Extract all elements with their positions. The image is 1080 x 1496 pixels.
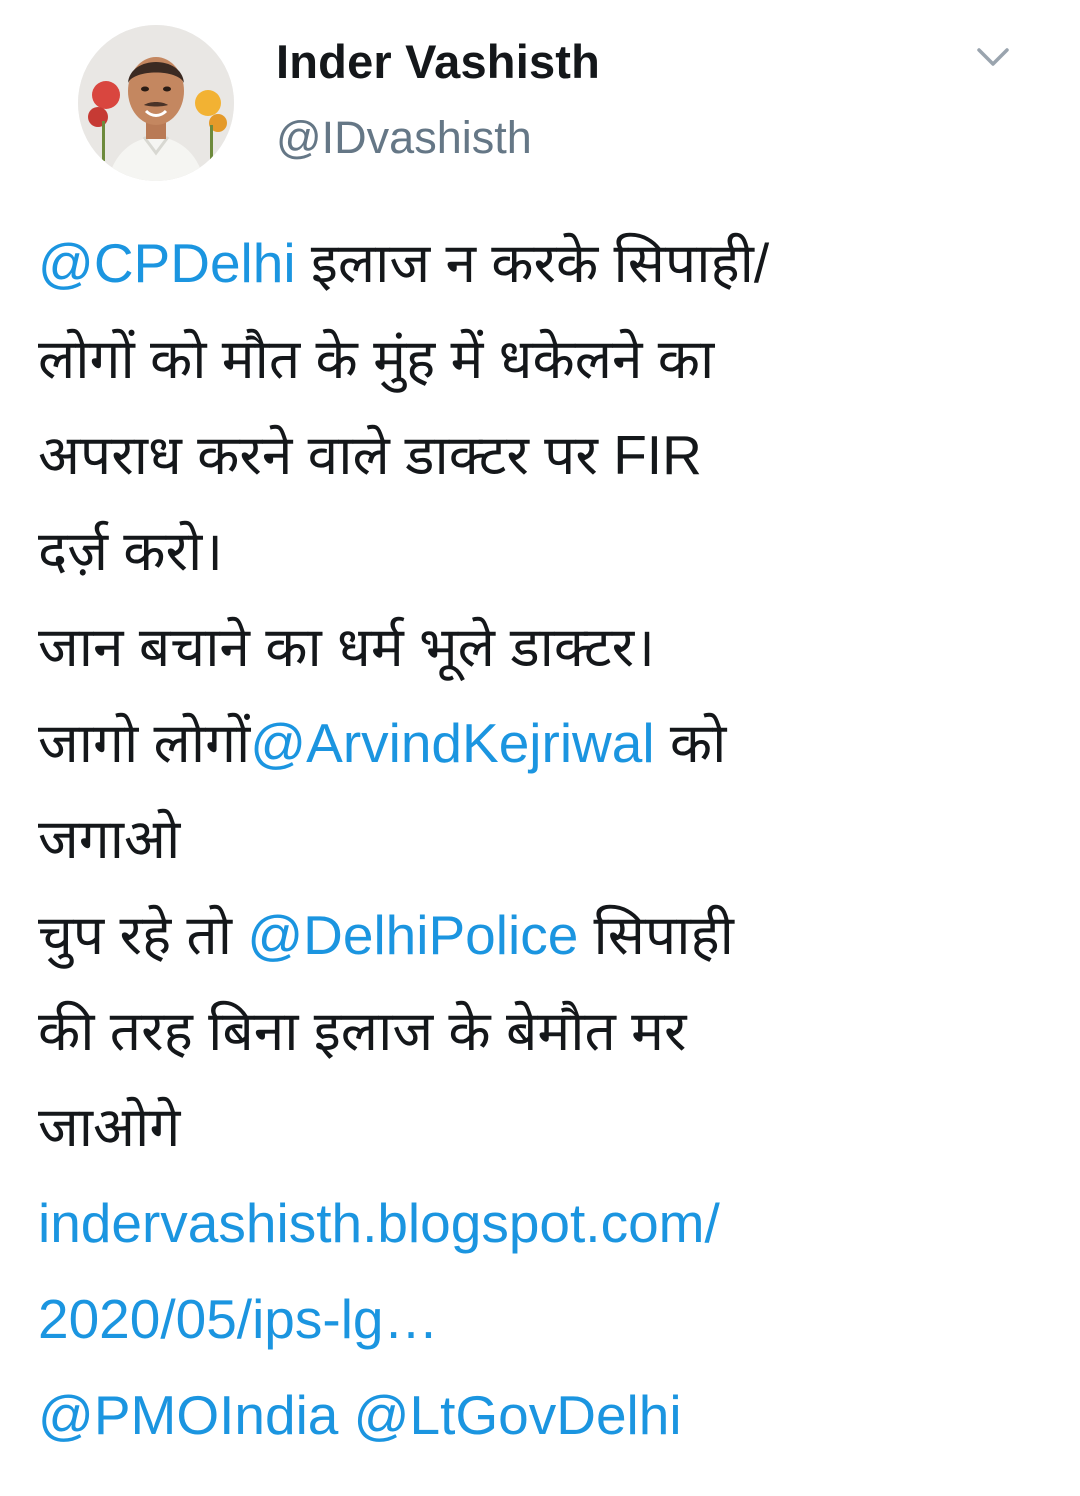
tweet-text-segment: जागो लोगों [38, 712, 251, 774]
user-handle[interactable]: @IDvashisth [276, 110, 532, 166]
tweet-text-segment: जगाओ [38, 808, 181, 870]
tweet-line: की तरह बिना इलाज के बेमौत मर [38, 983, 1048, 1079]
tweet-line: चुप रहे तो @DelhiPolice सिपाही [38, 887, 1048, 983]
mention-cpdelhi[interactable]: @CPDelhi [38, 232, 296, 294]
avatar[interactable] [78, 25, 234, 181]
blog-link-continued[interactable]: 2020/05/ips-lg… [38, 1288, 439, 1350]
tweet-text-segment: सिपाही [578, 904, 734, 966]
tweet-line: 2020/05/ips-lg… [38, 1271, 1048, 1367]
tweet-header: Inder Vashisth @IDvashisth [40, 0, 1040, 210]
tweet-text-segment: को [654, 712, 727, 774]
tweet-line: जगाओ [38, 791, 1048, 887]
tweet-line: लोगों को मौत के मुंह में धकेलने का [38, 311, 1048, 407]
tweet-line: अपराध करने वाले डाक्टर पर FIR [38, 407, 1048, 503]
display-name[interactable]: Inder Vashisth [276, 34, 600, 90]
user-avatar-photo-icon [78, 25, 234, 181]
mention-arvindkejriwal[interactable]: @ArvindKejriwal [250, 712, 654, 774]
tweet-card: Inder Vashisth @IDvashisth @CPDelhi इलाज… [0, 0, 1080, 1496]
tweet-text-segment: दर्ज़ करो। [38, 520, 224, 582]
tweet-text-segment: लोगों को मौत के मुंह में धकेलने का [38, 328, 715, 390]
tweet-text-segment: चुप रहे तो [38, 904, 248, 966]
tweet-line: जागो लोगों@ArvindKejriwal को [38, 695, 1048, 791]
tweet-line: जान बचाने का धर्म भूले डाक्टर। [38, 599, 1048, 695]
mention-ltgovdelhi[interactable]: @LtGovDelhi [354, 1384, 682, 1446]
mention-pmoindia[interactable]: @PMOIndia [38, 1384, 338, 1446]
tweet-line: @CPDelhi इलाज न करके सिपाही/ [38, 215, 1048, 311]
blog-link[interactable]: indervashisth.blogspot.com/ [38, 1192, 720, 1254]
tweet-text-segment: जान बचाने का धर्म भूले डाक्टर। [38, 616, 655, 678]
tweet-line: दर्ज़ करो। [38, 503, 1048, 599]
mention-delhipolice[interactable]: @DelhiPolice [247, 904, 578, 966]
tweet-text-segment: अपराध करने वाले डाक्टर पर FIR [38, 424, 702, 486]
tweet-text-segment: की तरह बिना इलाज के बेमौत मर [38, 1000, 687, 1062]
tweet-line: indervashisth.blogspot.com/ [38, 1175, 1048, 1271]
tweet-line: जाओगे [38, 1079, 1048, 1175]
tweet-line: @PMOIndia @LtGovDelhi [38, 1367, 1048, 1463]
tweet-text-segment: जाओगे [38, 1096, 181, 1158]
tweet-text-segment [338, 1384, 353, 1446]
tweet-text: @CPDelhi इलाज न करके सिपाही/ लोगों को मौ… [38, 215, 1048, 1463]
chevron-down-icon[interactable] [976, 46, 1010, 70]
tweet-text-segment: इलाज न करके सिपाही/ [295, 232, 770, 294]
